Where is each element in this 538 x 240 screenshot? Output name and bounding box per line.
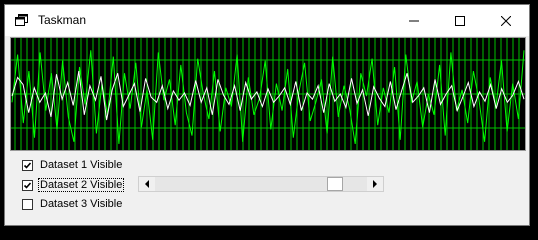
dataset-2-label[interactable]: Dataset 2 Visible <box>37 178 125 192</box>
checkbox-box[interactable] <box>22 198 33 210</box>
checkmark-icon <box>23 181 32 189</box>
checkbox-box[interactable] <box>22 159 33 171</box>
scroll-left-button[interactable] <box>139 177 155 191</box>
scroll-right-button[interactable] <box>367 177 383 191</box>
scroll-thumb[interactable] <box>327 177 343 191</box>
arrow-left-icon <box>145 180 149 188</box>
checkbox-box[interactable] <box>22 179 33 191</box>
app-window: Taskman Dataset 1 Visible Dataset 2 Visi… <box>4 4 530 226</box>
maximize-icon <box>454 15 465 26</box>
dataset-3-label[interactable]: Dataset 3 Visible <box>39 198 123 210</box>
dataset-2-checkbox[interactable]: Dataset 2 Visible <box>22 177 125 193</box>
checkmark-icon <box>23 161 32 169</box>
title-bar[interactable]: Taskman <box>5 5 529 36</box>
controls-panel: Dataset 1 Visible Dataset 2 Visible Data… <box>5 151 529 227</box>
dataset-1-label[interactable]: Dataset 1 Visible <box>39 159 123 171</box>
plot-canvas <box>11 38 525 150</box>
horizontal-scrollbar[interactable] <box>138 176 384 192</box>
close-icon <box>500 15 511 26</box>
close-button[interactable] <box>483 5 528 36</box>
arrow-right-icon <box>373 180 377 188</box>
dataset-1-checkbox[interactable]: Dataset 1 Visible <box>22 157 123 173</box>
minimize-button[interactable] <box>391 5 436 36</box>
minimize-icon <box>408 20 419 21</box>
scroll-track[interactable] <box>155 177 367 191</box>
maximize-button[interactable] <box>437 5 482 36</box>
signal-plot <box>10 37 526 151</box>
app-window-icon <box>15 14 28 26</box>
dataset-3-checkbox[interactable]: Dataset 3 Visible <box>22 196 123 212</box>
window-title: Taskman <box>38 13 87 27</box>
